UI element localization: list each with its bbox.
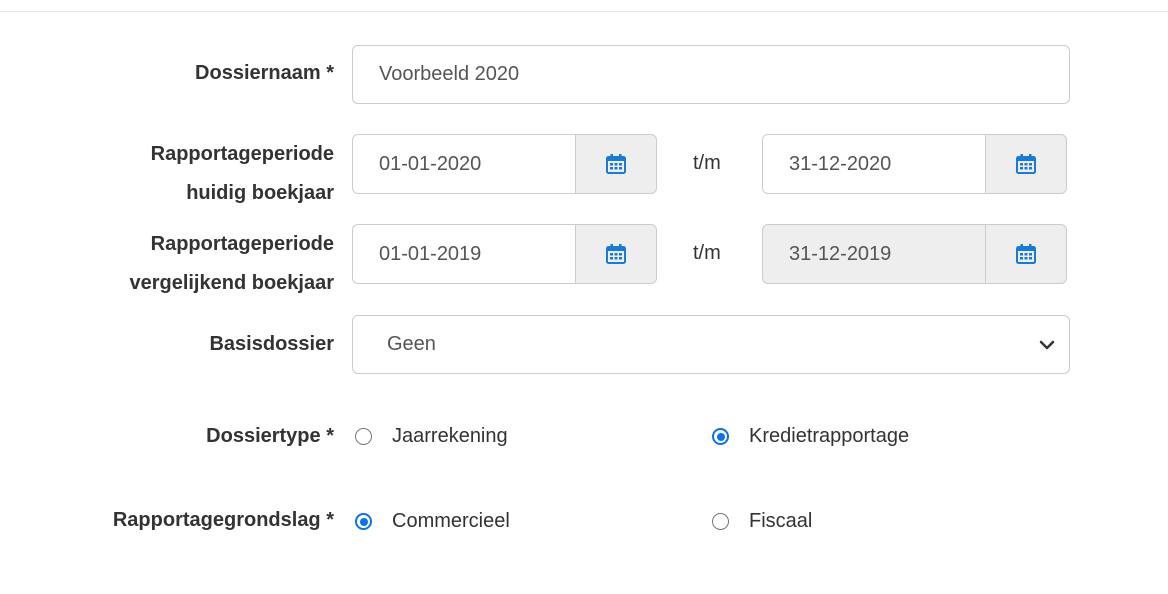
- vergelijkend-from-value: 01-01-2019: [379, 242, 482, 265]
- vergelijkend-to-date: 31-12-2019: [762, 224, 1067, 284]
- vergelijkend-label-line2: vergelijkend boekjaar: [129, 272, 334, 294]
- basisdossier-selected-value: Geen: [387, 333, 436, 355]
- grondslag-option-label: Commercieel: [392, 510, 510, 532]
- calendar-icon: [1016, 154, 1036, 174]
- grondslag-option-commercieel[interactable]: Commercieel: [355, 510, 510, 533]
- vergelijkend-separator: t/m: [693, 242, 721, 264]
- top-divider: [0, 11, 1168, 12]
- vergelijkend-to-input[interactable]: 31-12-2019: [762, 224, 985, 284]
- vergelijkend-from-calendar-button[interactable]: [575, 224, 657, 284]
- basisdossier-label: Basisdossier: [209, 333, 334, 355]
- dossiernaam-input[interactable]: Voorbeeld 2020: [352, 45, 1070, 104]
- huidig-label-line1: Rapportageperiode: [150, 143, 334, 165]
- radio-circle-checked[interactable]: [712, 428, 729, 445]
- radio-circle[interactable]: [355, 428, 372, 445]
- huidig-to-value: 31-12-2020: [789, 152, 892, 175]
- radio-circle-checked[interactable]: [355, 513, 372, 530]
- huidig-to-date: 31-12-2020: [762, 134, 1067, 194]
- huidig-from-date: 01-01-2020: [352, 134, 657, 194]
- vergelijkend-to-value: 31-12-2019: [789, 242, 892, 265]
- grondslag-option-label: Fiscaal: [749, 510, 813, 532]
- huidig-label-line2: huidig boekjaar: [186, 182, 334, 204]
- dossiernaam-value: Voorbeeld 2020: [379, 63, 520, 85]
- huidig-to-input[interactable]: 31-12-2020: [762, 134, 985, 194]
- calendar-icon: [606, 154, 626, 174]
- grondslag-option-fiscaal[interactable]: Fiscaal: [712, 510, 812, 533]
- calendar-icon: [606, 244, 626, 264]
- dossiertype-option-label: Jaarrekening: [392, 425, 508, 447]
- huidig-from-calendar-button[interactable]: [575, 134, 657, 194]
- vergelijkend-from-date: 01-01-2019: [352, 224, 657, 284]
- basisdossier-select[interactable]: Geen: [352, 315, 1070, 374]
- dossiertype-label: Dossiertype *: [206, 425, 334, 447]
- calendar-icon: [1016, 244, 1036, 264]
- chevron-down-icon: [1039, 340, 1055, 349]
- dossiertype-option-kredietrapportage[interactable]: Kredietrapportage: [712, 425, 909, 448]
- huidig-from-value: 01-01-2020: [379, 152, 482, 175]
- huidig-separator: t/m: [693, 152, 721, 174]
- vergelijkend-label-line1: Rapportageperiode: [150, 233, 334, 255]
- dossiertype-option-label: Kredietrapportage: [749, 425, 910, 447]
- vergelijkend-from-input[interactable]: 01-01-2019: [352, 224, 575, 284]
- dossiernaam-label: Dossiernaam *: [195, 62, 334, 84]
- dossiertype-option-jaarrekening[interactable]: Jaarrekening: [355, 425, 508, 448]
- huidig-to-calendar-button[interactable]: [985, 134, 1067, 194]
- vergelijkend-to-calendar-button[interactable]: [985, 224, 1067, 284]
- radio-circle[interactable]: [712, 513, 729, 530]
- grondslag-label: Rapportagegrondslag *: [112, 509, 334, 531]
- huidig-from-input[interactable]: 01-01-2020: [352, 134, 575, 194]
